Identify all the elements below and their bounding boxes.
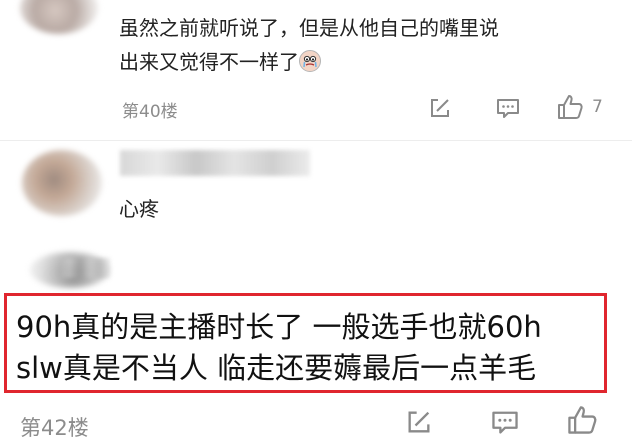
comment-text: 心疼	[119, 197, 159, 221]
username	[120, 150, 310, 176]
username	[60, 258, 110, 278]
floor-label: 第42楼	[20, 416, 89, 440]
edit-icon[interactable]	[428, 96, 452, 120]
comment-icon[interactable]	[490, 408, 520, 436]
avatar[interactable]	[22, 150, 102, 216]
thumbs-up-icon[interactable]	[566, 404, 598, 436]
crying-face-icon	[299, 50, 321, 72]
like-count: 7	[592, 97, 603, 117]
floor-label: 第40楼	[122, 102, 178, 122]
avatar[interactable]	[20, 0, 98, 34]
comment-text-line-2: slw真是不当人 临走还要薅最后一点羊毛	[16, 351, 537, 385]
comment-text-line-2: 出来又觉得不一样了	[119, 45, 321, 79]
comment-text-line-1: 90h真的是主播时长了 一般选手也就60h	[16, 310, 542, 344]
thumbs-up-icon[interactable]	[556, 93, 584, 121]
comment-text-line-1: 虽然之前就听说了，但是从他自己的嘴里说	[119, 16, 499, 40]
comment-text-line-2-text: 出来又觉得不一样了	[119, 50, 299, 74]
divider	[0, 140, 632, 141]
comment-icon[interactable]	[495, 96, 521, 120]
edit-icon[interactable]	[405, 408, 433, 436]
